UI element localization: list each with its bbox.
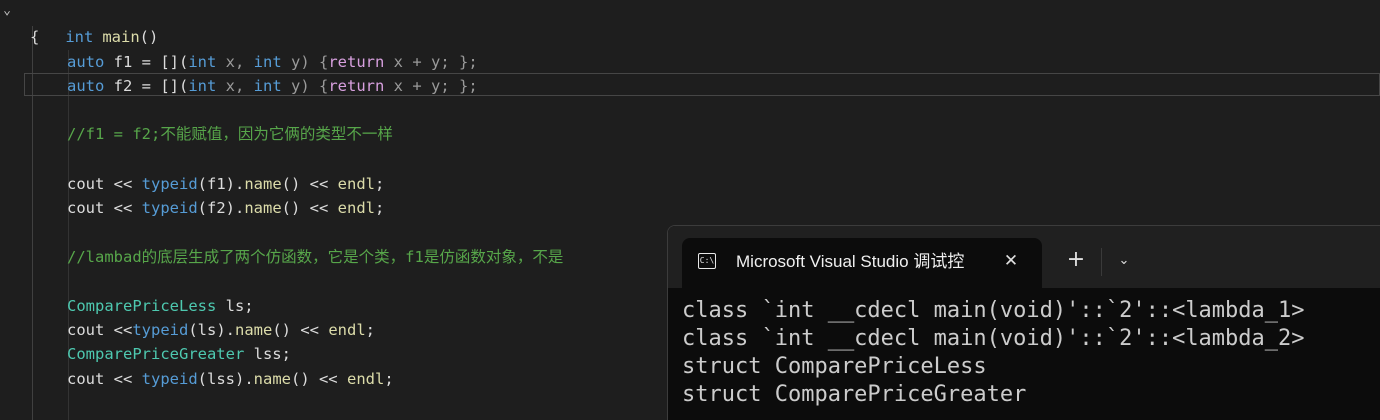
new-tab-button[interactable]: + (1064, 248, 1088, 272)
keyword: auto (67, 53, 105, 71)
code-line-2[interactable]: { (30, 25, 39, 49)
code-line-1[interactable]: int main() (28, 1, 158, 46)
keyword: int (253, 77, 282, 95)
console-titlebar[interactable]: C:\ Microsoft Visual Studio 调试控 ✕ + ⌄ (668, 226, 1380, 288)
punct: = []( (132, 53, 189, 71)
operator: () << (281, 175, 338, 193)
divider (1101, 248, 1102, 276)
code-line-3[interactable]: auto f1 = [](int x, int y) {return x + y… (67, 50, 478, 74)
keyword: typeid (141, 370, 198, 388)
keyword-return: return (328, 77, 385, 95)
identifier: endl (346, 370, 385, 388)
terminal-icon: C:\ (698, 253, 716, 269)
operator: << (104, 321, 133, 339)
tab-title: Microsoft Visual Studio 调试控 (736, 252, 965, 271)
expression: x + y; }; (384, 77, 478, 95)
operator: << (104, 370, 142, 388)
identifier: f2 (113, 77, 133, 95)
keyword: typeid (141, 199, 198, 217)
operator: () << (290, 370, 347, 388)
identifier: cout (67, 199, 105, 217)
punct: = []( (132, 77, 189, 95)
argument: (ls). (188, 321, 235, 339)
identifier: cout (67, 175, 105, 193)
punct: ; (374, 175, 385, 193)
punct: () (139, 28, 159, 46)
keyword: auto (67, 77, 105, 95)
punct: ; (365, 321, 375, 339)
param: y) { (281, 53, 329, 71)
close-icon[interactable]: ✕ (1000, 250, 1022, 272)
expression: x + y; }; (384, 53, 478, 71)
operator: << (104, 199, 142, 217)
param: y) { (281, 77, 329, 95)
type-name: ComparePriceLess (67, 297, 217, 315)
method: name (253, 370, 291, 388)
keyword: int (188, 77, 217, 95)
argument: (lss). (197, 370, 254, 388)
operator: () << (281, 199, 338, 217)
console-output-line: struct ComparePriceLess (682, 354, 987, 379)
param: x, (216, 77, 254, 95)
identifier: endl (337, 199, 375, 217)
identifier: endl (337, 175, 375, 193)
chevron-down-icon[interactable]: ⌄ (1112, 250, 1136, 272)
argument: (f2). (197, 199, 245, 217)
console-output-line: class `int __cdecl main(void)'::`2'::<la… (682, 298, 1305, 323)
method: name (244, 199, 282, 217)
punct: ; (374, 199, 385, 217)
console-output-line: class `int __cdecl main(void)'::`2'::<la… (682, 326, 1305, 351)
identifier: cout (67, 321, 105, 339)
identifier: cout (67, 370, 105, 388)
debug-console-window[interactable]: C:\ Microsoft Visual Studio 调试控 ✕ + ⌄ cl… (667, 225, 1380, 420)
code-line-cout-1[interactable]: cout << typeid(f1).name() << endl; (67, 172, 384, 196)
operator: () << (272, 321, 329, 339)
code-line-cout-2[interactable]: cout << typeid(f2).name() << endl; (67, 196, 384, 220)
console-output-line: struct ComparePriceGreater (682, 382, 1027, 407)
method: name (235, 321, 273, 339)
code-line-decl-1[interactable]: ComparePriceLess ls; (67, 294, 254, 318)
keyword-return: return (328, 53, 385, 71)
keyword: int (65, 28, 94, 46)
keyword: typeid (141, 175, 198, 193)
keyword: int (253, 53, 282, 71)
code-line-decl-2[interactable]: ComparePriceGreater lss; (67, 342, 291, 366)
chevron-down-icon[interactable]: ⌄ (0, 2, 14, 20)
console-tab[interactable]: C:\ Microsoft Visual Studio 调试控 ✕ (682, 238, 1042, 288)
identifier: lss; (244, 345, 291, 363)
function-name: main (102, 28, 140, 46)
code-comment-1[interactable]: //f1 = f2;不能赋值，因为它俩的类型不一样 (67, 122, 393, 146)
brace: { (30, 28, 40, 46)
code-line-cout-3[interactable]: cout <<typeid(ls).name() << endl; (67, 318, 375, 342)
code-comment-2[interactable]: //lambad的底层生成了两个仿函数，它是个类，f1是仿函数对象，不是 (67, 245, 563, 269)
type-name: ComparePriceGreater (67, 345, 245, 363)
operator: << (104, 175, 142, 193)
method: name (244, 175, 282, 193)
keyword: typeid (132, 321, 189, 339)
identifier: endl (328, 321, 366, 339)
keyword: int (188, 53, 217, 71)
punct: ; (384, 370, 394, 388)
identifier: ls; (216, 297, 254, 315)
code-line-cout-4[interactable]: cout << typeid(lss).name() << endl; (67, 367, 394, 391)
code-line-4[interactable]: auto f2 = [](int x, int y) {return x + y… (67, 74, 478, 98)
param: x, (216, 53, 254, 71)
identifier: f1 (113, 53, 133, 71)
argument: (f1). (197, 175, 245, 193)
